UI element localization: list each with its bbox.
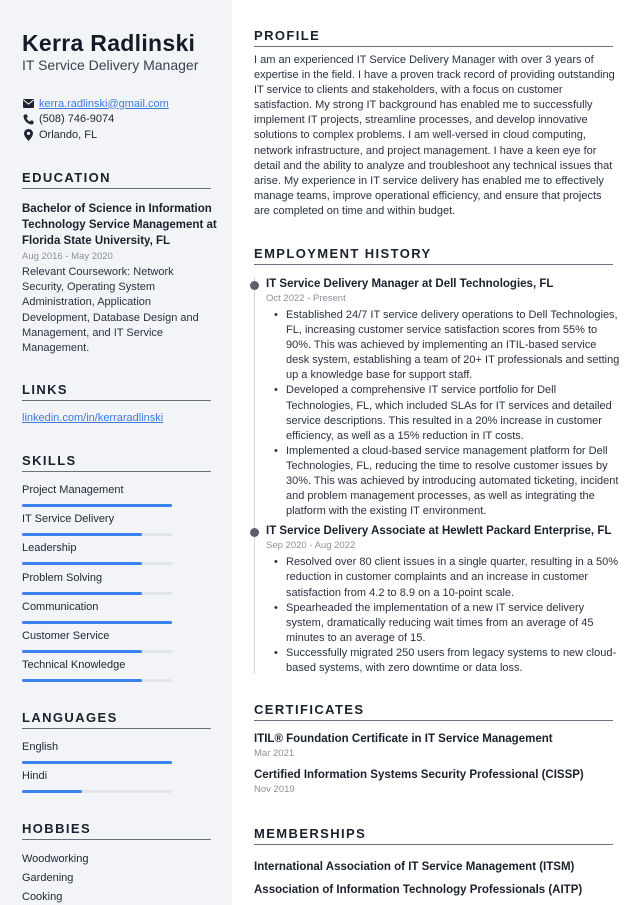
certificate-name: ITIL® Foundation Certificate in IT Servi…: [254, 733, 553, 745]
profile-text: I am an experienced IT Service Delivery …: [254, 54, 615, 217]
skill-bar: [22, 562, 172, 566]
skill-bar: [22, 679, 172, 683]
timeline-dot-icon: [250, 281, 259, 290]
certificates-list: ITIL® Foundation Certificate in IT Servi…: [254, 732, 616, 804]
language-label: English: [22, 741, 59, 753]
skill-label: Problem Solving: [22, 571, 103, 584]
membership-item: Association of Information Technology Pr…: [254, 884, 583, 896]
language-item: English: [22, 739, 172, 768]
phone-icon: [22, 113, 34, 125]
employment-heading: EMPLOYMENT HISTORY: [254, 246, 613, 265]
job-entry: IT Service Delivery Associate at Hewlett…: [250, 524, 622, 676]
skills-heading: SKILLS: [22, 453, 211, 472]
phone-text: (508) 746-9074: [39, 113, 115, 125]
job-bullet: Successfully migrated 250 users from leg…: [274, 646, 622, 676]
language-bar-fill: [22, 761, 172, 764]
contact-phone: (508) 746-9074: [22, 112, 169, 127]
certificate-date: Mar 2021: [254, 748, 295, 759]
hobby-item: Gardening: [22, 872, 74, 884]
hobbies-list: Woodworking Gardening Cooking: [22, 850, 88, 905]
certificate-item: Certified Information Systems Security P…: [254, 768, 616, 797]
job-bullet: Implemented a cloud-based service manage…: [274, 444, 622, 519]
skill-item: Communication: [22, 599, 172, 628]
skill-label: IT Service Delivery: [22, 513, 115, 526]
job-bullets: Resolved over 80 client issues in a sing…: [266, 555, 622, 676]
candidate-title: IT Service Delivery Manager: [22, 57, 199, 73]
education-entry: Bachelor of Science in Information Techn…: [22, 201, 217, 356]
skill-label: Technical Knowledge: [22, 659, 126, 672]
links-heading: LINKS: [22, 382, 211, 401]
skill-item: Customer Service: [22, 628, 172, 657]
memberships-list: International Association of IT Service …: [254, 856, 616, 902]
skill-bar-fill: [22, 504, 172, 507]
job-bullet: Spearheaded the implementation of a new …: [274, 601, 622, 646]
language-bar-fill: [22, 790, 82, 794]
languages-heading: LANGUAGES: [22, 710, 211, 729]
skill-bar-fill: [22, 562, 142, 566]
job-bullets: Established 24/7 IT service delivery ope…: [266, 308, 622, 519]
skill-item: IT Service Delivery: [22, 511, 172, 540]
skills-list: Project Management IT Service Delivery L…: [22, 482, 172, 686]
hobby-item: Woodworking: [22, 853, 89, 865]
certificates-heading: CERTIFICATES: [254, 702, 613, 721]
language-label: Hindi: [22, 770, 48, 783]
profile-heading: PROFILE: [254, 28, 613, 47]
skill-bar-fill: [22, 679, 142, 683]
email-link[interactable]: kerra.radlinski@gmail.com: [39, 98, 169, 110]
job-bullet: Developed a comprehensive IT service por…: [274, 383, 622, 443]
skill-bar: [22, 504, 172, 507]
skill-label: Communication: [22, 600, 99, 613]
memberships-heading: MEMBERSHIPS: [254, 826, 613, 845]
skill-label: Project Management: [22, 484, 124, 496]
employment-timeline: IT Service Delivery Manager at Dell Tech…: [250, 277, 622, 676]
contact-list: kerra.radlinski@gmail.com (508) 746-9074…: [22, 96, 169, 143]
skill-bar: [22, 649, 172, 653]
skill-bar-fill: [22, 591, 142, 595]
skill-item: Technical Knowledge: [22, 657, 172, 686]
certificate-name: Certified Information Systems Security P…: [254, 769, 584, 781]
education-dates: Aug 2016 - May 2020: [22, 251, 113, 262]
envelope-icon: [22, 98, 34, 110]
skill-item: Problem Solving: [22, 570, 172, 599]
hobby-item: Cooking: [22, 891, 63, 903]
skill-bar-fill: [22, 620, 172, 624]
timeline-dot-icon: [250, 528, 259, 538]
job-entry: IT Service Delivery Manager at Dell Tech…: [250, 277, 622, 519]
education-description: Relevant Coursework: Network Security, O…: [22, 266, 199, 355]
skill-label: Leadership: [22, 542, 77, 555]
hobbies-heading: HOBBIES: [22, 821, 211, 840]
education-heading: EDUCATION: [22, 170, 211, 189]
skill-label: Customer Service: [22, 629, 110, 642]
skill-item: Leadership: [22, 540, 172, 569]
contact-location: Orlando, FL: [22, 127, 169, 142]
job-dates: Sep 2020 - Aug 2022: [266, 540, 356, 552]
map-pin-icon: [22, 128, 34, 141]
certificate-item: ITIL® Foundation Certificate in IT Servi…: [254, 732, 616, 761]
contact-email: kerra.radlinski@gmail.com: [22, 96, 169, 111]
membership-item: International Association of IT Service …: [254, 861, 575, 873]
job-title: IT Service Delivery Manager at Dell Tech…: [266, 278, 554, 290]
languages-list: English Hindi: [22, 739, 172, 797]
skill-bar-fill: [22, 533, 142, 537]
candidate-name: Kerra Radlinski: [22, 30, 196, 56]
skill-item: Project Management: [22, 482, 172, 511]
location-text: Orlando, FL: [39, 128, 98, 141]
language-bar: [22, 790, 172, 794]
education-degree: Bachelor of Science in Information Techn…: [22, 203, 217, 247]
job-title: IT Service Delivery Associate at Hewlett…: [266, 525, 612, 538]
job-dates: Oct 2022 - Present: [266, 293, 346, 304]
certificate-date: Nov 2019: [254, 784, 295, 795]
skill-bar: [22, 533, 172, 537]
skill-bar: [22, 620, 172, 624]
job-bullet: Established 24/7 IT service delivery ope…: [274, 308, 622, 383]
language-bar: [22, 761, 172, 764]
language-item: Hindi: [22, 768, 172, 797]
job-bullet: Resolved over 80 client issues in a sing…: [274, 555, 622, 600]
skill-bar: [22, 591, 172, 595]
linkedin-link[interactable]: linkedin.com/in/kerraradlinski: [22, 412, 163, 424]
skill-bar-fill: [22, 649, 142, 653]
